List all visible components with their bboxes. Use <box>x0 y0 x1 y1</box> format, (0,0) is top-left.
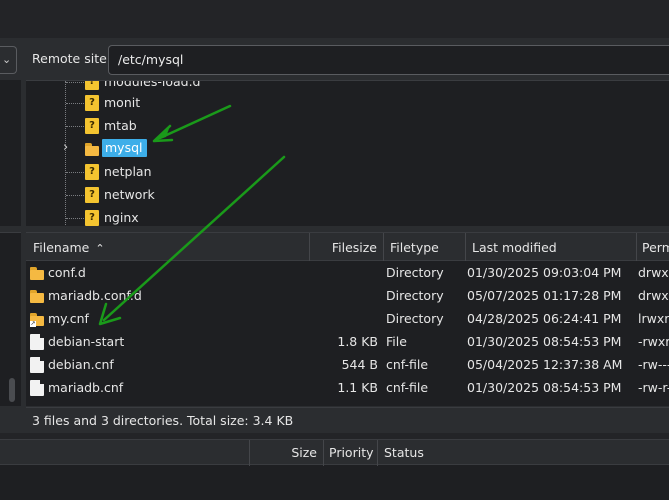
column-header-size[interactable]: Size <box>250 440 324 466</box>
question-folder-icon: ? <box>85 81 99 90</box>
column-header-filesize[interactable]: Filesize <box>310 233 384 261</box>
file-permissions: -rw-r- <box>638 380 669 395</box>
file-permissions: drwxr <box>638 265 669 280</box>
file-icon <box>30 334 44 350</box>
question-folder-icon: ? <box>85 95 99 111</box>
column-label: Priority <box>329 445 374 460</box>
table-row[interactable]: mariadb.conf.d Directory 05/07/2025 01:1… <box>26 285 669 308</box>
table-row[interactable]: debian.cnf 544 B cnf-file 05/04/2025 12:… <box>26 354 669 377</box>
file-modified: 04/28/2025 06:24:41 PM <box>467 311 622 326</box>
file-permissions: drwxr <box>638 288 669 303</box>
tree-item-modules-load[interactable]: ? modules-load.d <box>26 80 326 92</box>
tree-item-mtab[interactable]: ? mtab <box>26 116 326 136</box>
file-permissions: lrwxrw <box>638 311 669 326</box>
tree-item-netplan[interactable]: ? netplan <box>26 162 326 182</box>
file-type: Directory <box>386 288 444 303</box>
local-site-dropdown[interactable]: ⌄ <box>0 46 17 74</box>
file-type: Directory <box>386 311 444 326</box>
column-label: Status <box>384 445 424 460</box>
file-icon <box>30 357 44 373</box>
file-name: conf.d <box>48 265 86 280</box>
tree-item-label: network <box>104 187 155 202</box>
tree-item-label: netplan <box>104 164 152 179</box>
tree-item-network[interactable]: ? network <box>26 185 326 205</box>
column-header-priority[interactable]: Priority <box>324 440 378 466</box>
column-header-filetype[interactable]: Filetype <box>384 233 466 261</box>
sort-ascending-icon: ⌃ <box>95 242 105 255</box>
local-status-bar <box>0 407 21 433</box>
column-header-permissions[interactable]: Perm <box>637 233 669 261</box>
file-modified: 05/04/2025 12:37:38 AM <box>467 357 623 372</box>
tree-item-label: monit <box>104 95 141 110</box>
file-permissions: -rwxr- <box>638 334 669 349</box>
folder-link-icon: ↗ <box>30 311 44 327</box>
tree-item-label: modules-load.d <box>104 80 201 89</box>
column-label: Filetype <box>390 240 439 255</box>
file-name: debian-start <box>48 334 125 349</box>
title-bar <box>0 0 669 38</box>
file-type: File <box>386 334 407 349</box>
tree-item-label: mtab <box>104 118 137 133</box>
tree-item-nginx[interactable]: ? nginx <box>26 208 326 226</box>
tree-item-monit[interactable]: ? monit <box>26 93 326 113</box>
file-size: 544 B <box>341 357 378 372</box>
question-folder-icon: ? <box>85 187 99 203</box>
remote-file-list[interactable]: Filename ⌃ Filesize Filetype Last modifie… <box>26 232 669 406</box>
file-name: my.cnf <box>48 311 89 326</box>
status-text: 3 files and 3 directories. Total size: 3… <box>32 413 294 428</box>
file-icon <box>30 380 44 396</box>
file-permissions: -rw---- <box>638 357 669 372</box>
file-name: mariadb.conf.d <box>48 288 142 303</box>
table-row[interactable]: debian-start 1.8 KB File 01/30/2025 08:5… <box>26 331 669 354</box>
queue-header: Size Priority Status <box>0 439 669 466</box>
table-row[interactable]: conf.d Directory 01/30/2025 09:03:04 PM … <box>26 262 669 285</box>
remote-directory-tree[interactable]: ? modules-load.d ? monit ? mtab › mysql … <box>26 80 669 226</box>
column-label: Size <box>291 445 317 460</box>
question-folder-icon: ? <box>85 210 99 226</box>
file-name: mariadb.cnf <box>48 380 124 395</box>
tree-item-label: mysql <box>102 139 147 157</box>
column-label: Perm <box>642 240 669 255</box>
column-header-last-modified[interactable]: Last modified <box>466 233 637 261</box>
file-name: debian.cnf <box>48 357 114 372</box>
column-header-filename[interactable]: Filename ⌃ <box>26 233 310 261</box>
question-folder-icon: ? <box>85 118 99 134</box>
column-label: Last modified <box>472 240 557 255</box>
file-type: Directory <box>386 265 444 280</box>
tree-item-mysql[interactable]: › mysql <box>26 139 326 159</box>
local-tree[interactable] <box>0 80 21 226</box>
file-modified: 05/07/2025 01:17:28 PM <box>467 288 622 303</box>
folder-icon <box>85 141 99 157</box>
file-size: 1.1 KB <box>337 380 378 395</box>
remote-status-bar: 3 files and 3 directories. Total size: 3… <box>26 407 669 433</box>
table-row[interactable]: mariadb.cnf 1.1 KB cnf-file 01/30/2025 0… <box>26 377 669 400</box>
file-modified: 01/30/2025 09:03:04 PM <box>467 265 622 280</box>
file-modified: 01/30/2025 08:54:53 PM <box>467 380 622 395</box>
question-folder-icon: ? <box>85 164 99 180</box>
tree-item-label: nginx <box>104 210 139 225</box>
local-scrollbar[interactable] <box>9 378 15 402</box>
chevron-down-icon: ⌄ <box>2 53 12 66</box>
file-size: 1.8 KB <box>337 334 378 349</box>
folder-icon <box>30 288 44 304</box>
column-label: Filename <box>33 240 90 255</box>
remote-site-input[interactable]: /etc/mysql <box>108 45 669 75</box>
file-modified: 01/30/2025 08:54:53 PM <box>467 334 622 349</box>
file-list-header: Filename ⌃ Filesize Filetype Last modifie… <box>26 233 669 261</box>
file-type: cnf-file <box>386 357 429 372</box>
chevron-right-icon[interactable]: › <box>63 140 68 155</box>
column-header-server-file[interactable] <box>0 440 250 466</box>
table-row[interactable]: ↗ my.cnf Directory 04/28/2025 06:24:41 P… <box>26 308 669 331</box>
column-label: Filesize <box>331 240 377 255</box>
file-type: cnf-file <box>386 380 429 395</box>
remote-site-label: Remote site: <box>32 51 111 66</box>
column-header-status[interactable]: Status <box>378 440 669 466</box>
transfer-queue[interactable]: Size Priority Status <box>0 439 669 500</box>
folder-icon <box>30 265 44 281</box>
